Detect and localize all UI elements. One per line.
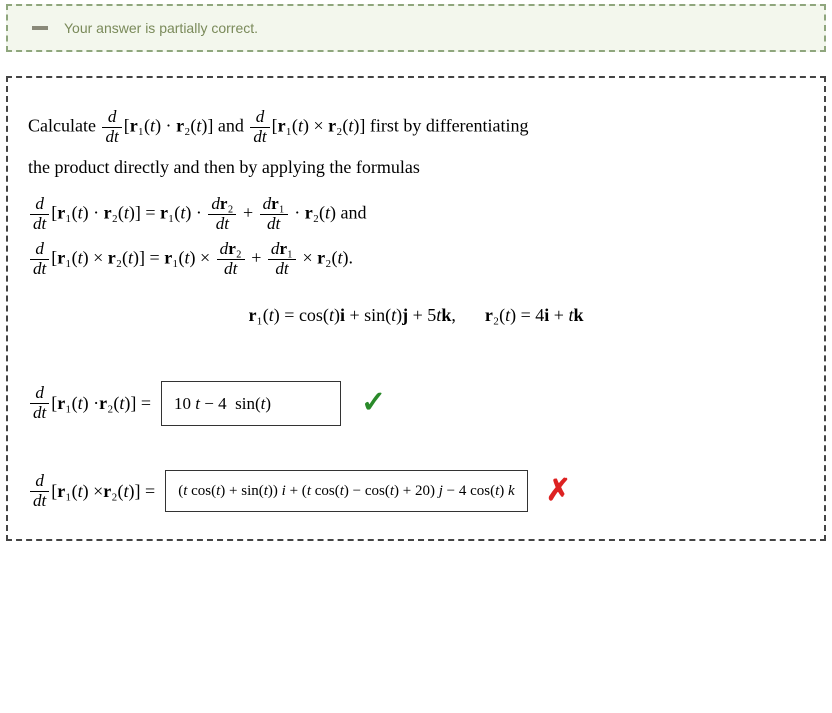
minus-icon [32,26,48,30]
feedback-banner: Your answer is partially correct. [6,4,826,52]
feedback-text: Your answer is partially correct. [64,20,258,36]
problem-container: Calculate d dt [r₁(t) · r₂(t)] and d dt … [6,76,826,541]
ddt-frac: d dt [102,108,121,147]
dot-answer-input[interactable]: 10 t − 4 sin(t) [161,381,341,426]
x-icon: ✗ [546,467,571,515]
cross-answer-input[interactable]: (t cos(t) + sin(t)) i + (t cos(t) − cos(… [165,470,528,512]
cross-answer-row: d dt [r₁(t) × r₂(t)] = (t cos(t) + sin(t… [28,467,804,515]
given-vectors: r₁(t) = cos(t)i + sin(t)j + 5tk, r₂(t) =… [28,301,804,330]
prompt-line-1: Calculate d dt [r₁(t) · r₂(t)] and d dt … [28,108,804,147]
intro-prefix: Calculate [28,115,100,135]
check-icon: ✓ [361,379,386,427]
dot-formula: d dt [r₁(t) · r₂(t)] = r₁(t) · dr₂ dt + … [28,195,804,234]
prompt-line-2: the product directly and then by applyin… [28,153,804,182]
cross-formula: d dt [r₁(t) × r₂(t)] = r₁(t) × dr₂ dt + … [28,240,804,279]
dot-answer-row: d dt [r₁(t) · r₂(t)] = 10 t − 4 sin(t) ✓ [28,379,804,427]
ddt-frac: d dt [250,108,269,147]
